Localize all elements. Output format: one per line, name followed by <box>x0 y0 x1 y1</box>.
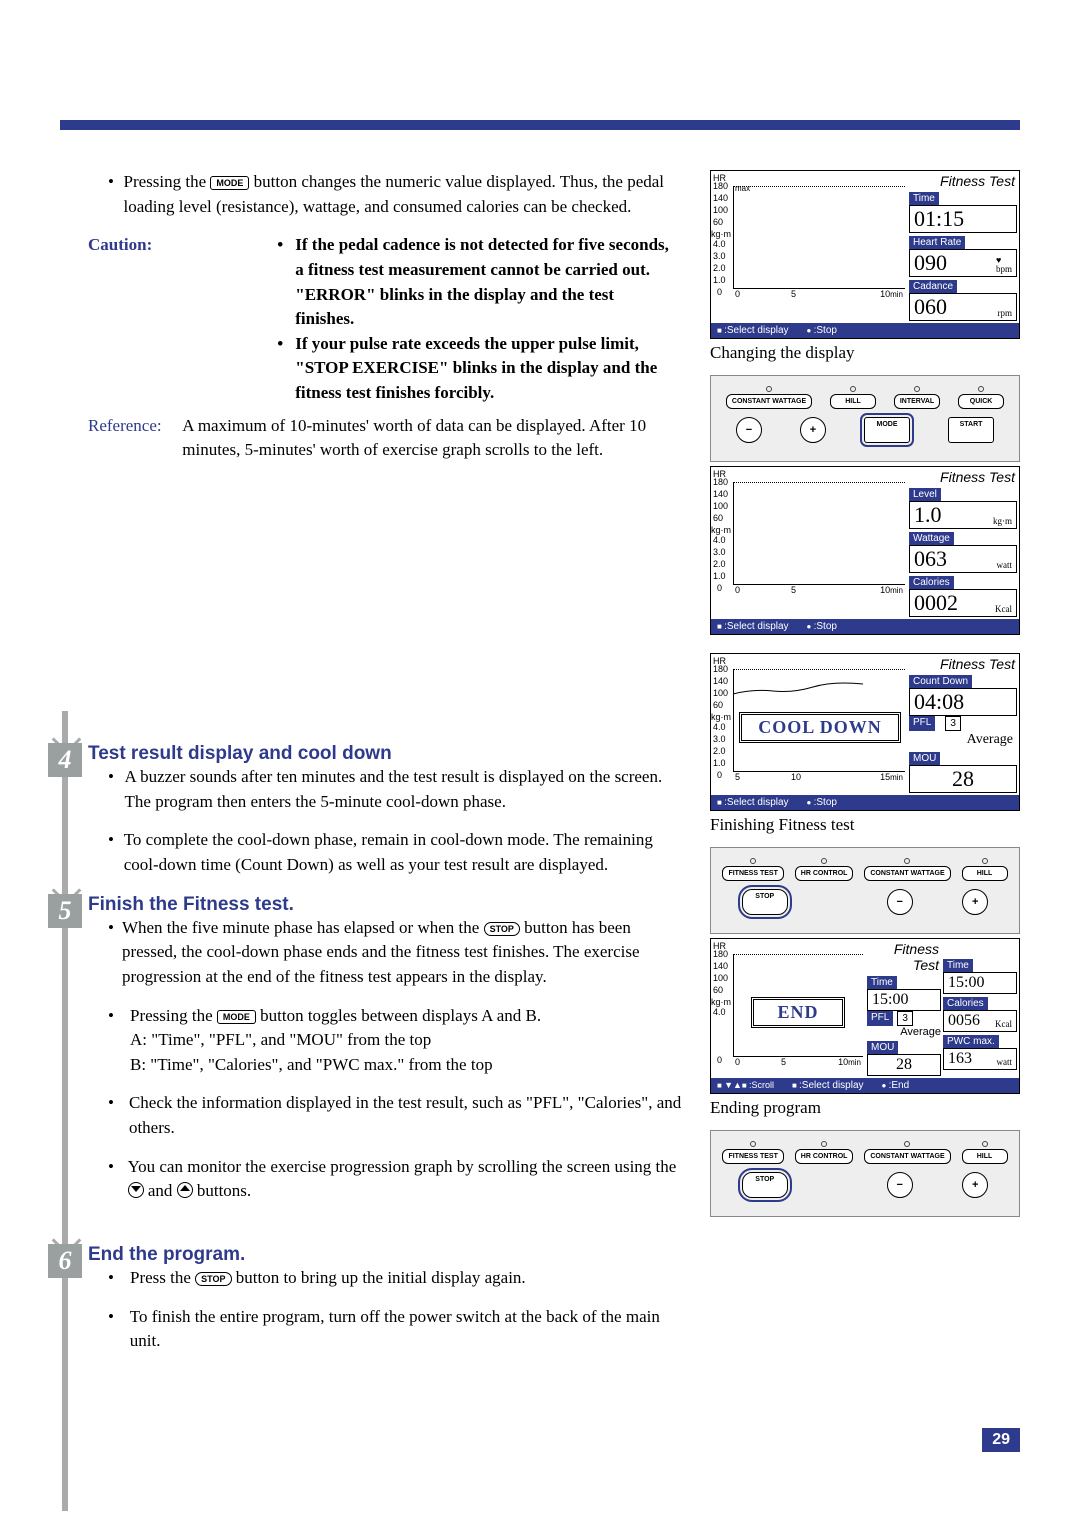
step-number-5: 5 <box>48 894 82 928</box>
step-title: Test result display and cool down <box>88 743 686 765</box>
stop-button-inline: STOP <box>484 922 520 936</box>
keypad-diagram: CONSTANT WATTAGE HILL INTERVAL QUICK − +… <box>710 375 1020 462</box>
mode-button-inline: MODE <box>210 176 249 190</box>
down-icon <box>128 1182 144 1198</box>
step-title: Finish the Fitness test. <box>88 894 686 916</box>
step-number-4: 4 <box>48 743 82 777</box>
reference-block: Reference: A maximum of 10-minutes' wort… <box>88 414 686 463</box>
step-title: End the program. <box>88 1244 686 1266</box>
caution-block: Caution: •If the pedal cadence is not de… <box>88 233 686 405</box>
keypad-diagram: FITNESS TEST HR CONTROL CONSTANT WATTAGE… <box>710 847 1020 934</box>
display-panel-1: HR 180 140 100 60 kg·m 4.0 3.0 2.0 1.0 0… <box>710 170 1020 339</box>
flow-arrow <box>56 711 74 1511</box>
display-panel-4: HR 180 140 100 60 kg·m 4.0 0 0 5 10min E… <box>710 938 1020 1094</box>
page-number: 29 <box>982 1428 1020 1452</box>
up-icon <box>177 1182 193 1198</box>
display-panel-2: HR 180 140 100 60 kg·m 4.0 3.0 2.0 1.0 0… <box>710 466 1020 635</box>
header-bar <box>60 120 1020 130</box>
body-text: • Pressing the MODE button changes the n… <box>108 170 686 219</box>
caption: Changing the display <box>710 343 1020 363</box>
caption: Ending program <box>710 1098 1020 1118</box>
mode-button-inline: MODE <box>217 1010 256 1024</box>
keypad-diagram: FITNESS TEST HR CONTROL CONSTANT WATTAGE… <box>710 1130 1020 1217</box>
caption: Finishing Fitness test <box>710 815 1020 835</box>
display-panel-3: HR 180 140 100 60 kg·m 4.0 3.0 2.0 1.0 0… <box>710 653 1020 811</box>
step-number-6: 6 <box>48 1244 82 1278</box>
stop-button-inline: STOP <box>195 1272 231 1286</box>
